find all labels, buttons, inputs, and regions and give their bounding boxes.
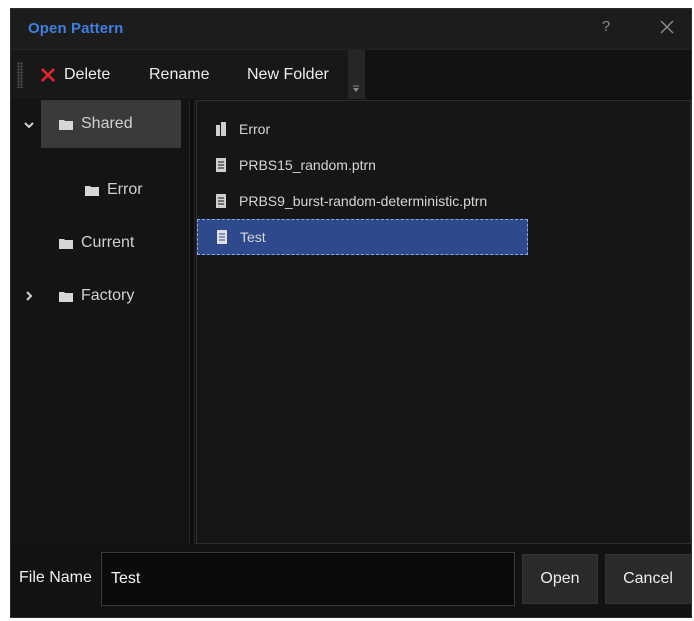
cancel-button[interactable]: Cancel	[605, 554, 691, 604]
file-name: Test	[240, 229, 266, 245]
close-icon[interactable]	[656, 16, 678, 38]
tree-label-error: Error	[107, 181, 143, 198]
tree-item-current[interactable]: Current	[59, 219, 134, 267]
pane-splitter[interactable]	[189, 100, 195, 544]
delete-button[interactable]: Delete	[40, 64, 110, 86]
delete-x-icon	[41, 68, 55, 82]
help-icon[interactable]: ?	[596, 18, 616, 38]
file-name: PRBS9_burst-random-deterministic.ptrn	[239, 193, 488, 209]
tree-item-error[interactable]: Error	[85, 166, 143, 214]
toolbar-overflow-button[interactable]	[348, 50, 365, 99]
overflow-chevron-icon	[353, 85, 359, 92]
chevron-right-icon[interactable]	[23, 290, 35, 302]
folder-icon	[59, 119, 73, 130]
folder-icon	[85, 185, 99, 196]
open-pattern-dialog: Open Pattern ? Delete Rename New Folder	[10, 8, 692, 618]
list-item[interactable]: Error	[197, 111, 527, 147]
cancel-label: Cancel	[623, 570, 673, 587]
file-icon	[216, 158, 226, 172]
file-name: PRBS15_random.ptrn	[239, 157, 376, 173]
tree-label-current: Current	[81, 234, 135, 251]
rename-button[interactable]: Rename	[149, 64, 209, 86]
delete-label: Delete	[64, 66, 111, 83]
dialog-title: Open Pattern	[28, 20, 124, 37]
chevron-down-icon[interactable]	[23, 119, 35, 131]
tree-item-shared[interactable]: Shared	[24, 100, 181, 148]
file-list: Error PRBS15_random.ptrn PRBS9_burst-ran…	[196, 100, 691, 544]
list-item[interactable]: PRBS15_random.ptrn	[197, 147, 527, 183]
folder-icon	[59, 291, 73, 302]
title-bar: Open Pattern ?	[11, 9, 691, 50]
toolbar-grip[interactable]	[17, 62, 23, 88]
file-icon	[217, 230, 227, 244]
open-label: Open	[540, 570, 580, 587]
folder-item-icon	[216, 122, 226, 136]
open-button[interactable]: Open	[522, 554, 598, 604]
file-name-label: File Name	[19, 569, 92, 586]
file-icon	[216, 194, 226, 208]
new-folder-button[interactable]: New Folder	[247, 64, 329, 86]
list-item-selected[interactable]: Test	[197, 219, 528, 255]
file-name-input[interactable]	[101, 552, 515, 606]
folder-tree: Shared Error Current Factory	[11, 100, 189, 544]
list-item[interactable]: PRBS9_burst-random-deterministic.ptrn	[197, 183, 537, 219]
file-name: Error	[239, 121, 271, 137]
rename-label: Rename	[149, 66, 210, 83]
folder-icon	[59, 238, 73, 249]
new-folder-label: New Folder	[247, 66, 329, 83]
tree-label-factory: Factory	[81, 287, 135, 304]
tree-label-shared: Shared	[81, 115, 133, 132]
tree-item-factory[interactable]: Factory	[26, 272, 135, 320]
toolbar: Delete Rename New Folder	[11, 50, 365, 99]
